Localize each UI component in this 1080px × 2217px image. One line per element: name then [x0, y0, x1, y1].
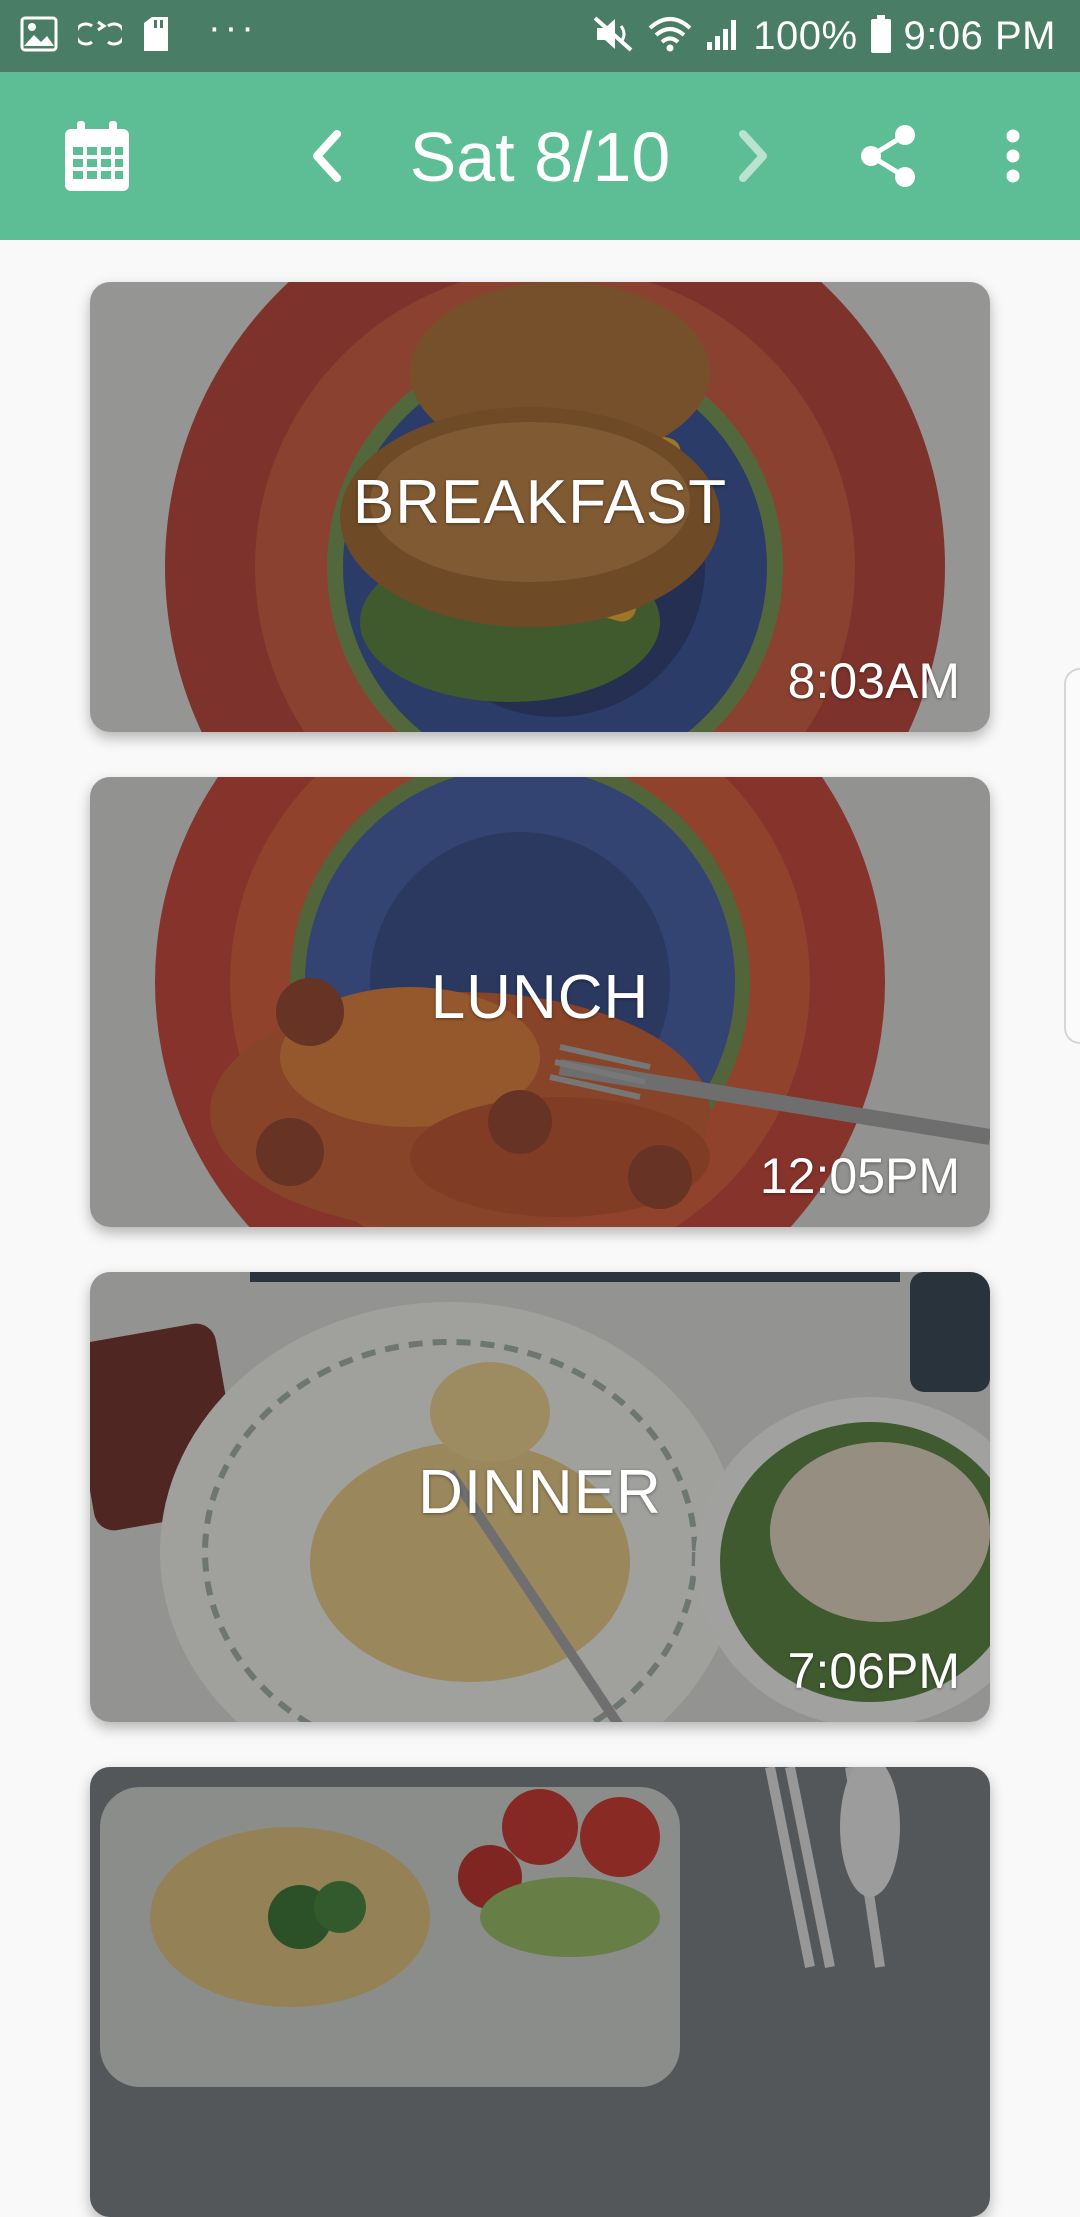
meal-card-dinner[interactable]: DINNER 7:06PM: [90, 1272, 990, 1722]
system-status: 100% 9:06 PM: [591, 0, 1056, 72]
calendar-icon[interactable]: [58, 114, 136, 198]
edge-panel-handle[interactable]: [1064, 668, 1080, 1044]
more-notifications-icon: ···: [208, 7, 258, 49]
battery-icon: [870, 14, 892, 59]
meal-card-lunch[interactable]: LUNCH 12:05PM: [90, 777, 990, 1227]
gallery-icon: [20, 16, 58, 57]
battery-percent: 100%: [753, 13, 858, 58]
app-bar: Sat 8/10: [0, 72, 1080, 240]
meal-card-snack[interactable]: [90, 1767, 990, 2217]
sync-icon: [74, 16, 126, 57]
meal-time: 8:03AM: [787, 653, 960, 709]
signal-icon: [705, 16, 741, 57]
photo-overlay: [90, 1767, 990, 2217]
share-icon[interactable]: [856, 116, 922, 196]
meal-list: BREAKFAST 8:03AM LUNCH 12:05PM DINNER 7:…: [0, 240, 1080, 2217]
clock: 9:06 PM: [903, 13, 1056, 58]
chevron-right-icon[interactable]: [726, 126, 780, 186]
meal-name: LUNCH: [430, 963, 650, 1032]
meal-time: 7:06PM: [787, 1643, 960, 1699]
status-bar: ··· 100% 9:06 PM: [0, 0, 1080, 72]
meal-card-breakfast[interactable]: BREAKFAST 8:03AM: [90, 282, 990, 732]
sd-card-icon: [142, 15, 170, 58]
meal-name: DINNER: [418, 1458, 662, 1527]
notification-icons: ···: [20, 9, 258, 58]
meal-time: 12:05PM: [759, 1148, 960, 1204]
date-title: Sat 8/10: [409, 118, 671, 196]
chevron-left-icon[interactable]: [300, 126, 354, 186]
more-vert-icon[interactable]: [988, 116, 1038, 196]
meal-name: BREAKFAST: [352, 468, 728, 537]
wifi-icon: [647, 14, 693, 59]
mute-icon: [591, 14, 635, 59]
